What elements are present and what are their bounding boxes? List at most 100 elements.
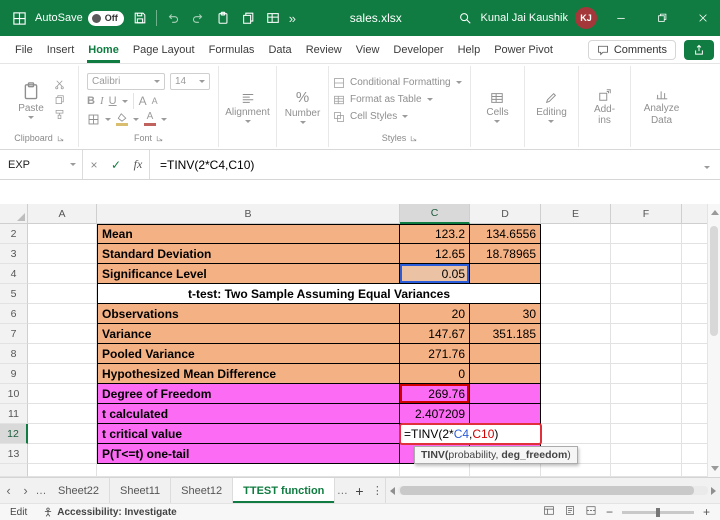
cell-f10[interactable] (611, 384, 682, 404)
search-icon[interactable] (456, 9, 474, 27)
restore-button[interactable] (645, 0, 679, 36)
name-box-dropdown[interactable] (64, 163, 82, 166)
save-icon[interactable] (131, 9, 149, 27)
cell-b11[interactable]: t calculated (97, 404, 400, 424)
excel-app-icon[interactable] (10, 9, 28, 27)
insert-function-button[interactable]: fx (127, 150, 149, 179)
tab-data[interactable]: Data (261, 36, 298, 63)
column-header-e[interactable]: E (541, 204, 611, 224)
cells-button[interactable]: Cells (481, 91, 513, 123)
borders-icon[interactable] (87, 113, 100, 126)
analyze-data-button[interactable]: Analyze Data (635, 87, 688, 126)
cell-d7[interactable]: 351.185 (470, 324, 541, 344)
cell-a8[interactable] (28, 344, 97, 364)
redo-icon[interactable] (189, 9, 207, 27)
cell-a14[interactable] (28, 464, 97, 477)
cell-b5-merged-title[interactable]: t-test: Two Sample Assuming Equal Varian… (97, 284, 541, 304)
cell-e9[interactable] (541, 364, 611, 384)
sheet-tab-ttest-function[interactable]: TTEST function (233, 478, 336, 503)
row-header[interactable]: 4 (0, 264, 28, 284)
bold-button[interactable]: B (87, 95, 95, 107)
row-header[interactable]: 7 (0, 324, 28, 344)
undo-icon[interactable] (164, 9, 182, 27)
minimize-button[interactable] (604, 0, 638, 36)
zoom-slider-thumb[interactable] (655, 507, 660, 517)
row-header[interactable]: 13 (0, 444, 28, 464)
tab-home[interactable]: Home (81, 36, 126, 63)
cell-a12[interactable] (28, 424, 97, 444)
cell-d6[interactable]: 30 (470, 304, 541, 324)
zoom-out-button[interactable]: − (606, 506, 613, 518)
row-header[interactable]: 3 (0, 244, 28, 264)
scroll-left-arrow-icon[interactable] (390, 486, 396, 495)
cell-c8[interactable]: 271.76 (400, 344, 470, 364)
addins-button[interactable]: Add-ins (583, 88, 626, 126)
row-header-active[interactable]: 12 (0, 424, 28, 444)
cell-b8[interactable]: Pooled Variance (97, 344, 400, 364)
cell-f13[interactable] (611, 444, 682, 464)
cell-b10[interactable]: Degree of Freedom (97, 384, 400, 404)
accessibility-status[interactable]: Accessibility: Investigate (43, 507, 177, 518)
cell-f12[interactable] (611, 424, 682, 444)
underline-button[interactable]: U (109, 95, 117, 107)
cell-a5[interactable] (28, 284, 97, 304)
cell-b14[interactable] (97, 464, 400, 477)
dialog-launcher-icon[interactable] (410, 135, 417, 142)
close-button[interactable] (686, 0, 720, 36)
cell-c9[interactable]: 0 (400, 364, 470, 384)
normal-view-icon[interactable] (543, 505, 555, 519)
cell-b13[interactable]: P(T<=t) one-tail (97, 444, 400, 464)
cell-styles-button[interactable]: Cell Styles (333, 108, 409, 125)
row-header[interactable]: 9 (0, 364, 28, 384)
user-name[interactable]: Kunal Jai Kaushik (481, 12, 568, 24)
cell-b12[interactable]: t critical value (97, 424, 400, 444)
vertical-scrollbar[interactable] (707, 204, 720, 477)
avatar[interactable]: KJ (575, 7, 597, 29)
cell-a9[interactable] (28, 364, 97, 384)
cell-f9[interactable] (611, 364, 682, 384)
formula-input[interactable]: =TINV(2*C4,C10) (150, 158, 254, 172)
formula-edit-box[interactable]: =TINV(2* C4, C10) TINV(probability, deg_fr… (399, 423, 578, 464)
cell-c3[interactable]: 12.65 (400, 244, 470, 264)
horizontal-scrollbar-thumb[interactable] (400, 486, 694, 495)
chevron-down-icon[interactable] (121, 99, 128, 103)
cell-e6[interactable] (541, 304, 611, 324)
editing-button[interactable]: Editing (531, 91, 572, 123)
sheet-overflow-right[interactable]: … (335, 478, 349, 503)
cell-c2[interactable]: 123.2 (400, 224, 470, 244)
row-header[interactable]: 10 (0, 384, 28, 404)
page-layout-view-icon[interactable] (564, 505, 576, 519)
cell-f7[interactable] (611, 324, 682, 344)
number-format-button[interactable]: % Number (280, 89, 326, 124)
row-header[interactable] (0, 464, 28, 477)
cell-b3[interactable]: Standard Deviation (97, 244, 400, 264)
sheet-menu-kebab-icon[interactable]: ⋮ (369, 478, 385, 503)
format-painter-icon[interactable] (54, 109, 65, 120)
sheet-nav-right-icon[interactable]: › (17, 478, 34, 503)
cell-f14[interactable] (611, 464, 682, 477)
qat-overflow-chevron[interactable]: » (289, 11, 296, 26)
cell-d8[interactable] (470, 344, 541, 364)
tab-help[interactable]: Help (451, 36, 488, 63)
sheet-nav-left-icon[interactable]: ‹ (0, 478, 17, 503)
cell-a3[interactable] (28, 244, 97, 264)
font-name-select[interactable]: Calibri (87, 73, 165, 90)
share-button[interactable] (684, 39, 714, 60)
cell-e5[interactable] (541, 284, 611, 304)
grow-font-button[interactable]: A (139, 95, 147, 107)
cell-e11[interactable] (541, 404, 611, 424)
cell-e12[interactable] (541, 424, 611, 444)
cell-d11[interactable] (470, 404, 541, 424)
tab-insert[interactable]: Insert (40, 36, 82, 63)
cell-c10-referenced[interactable]: 269.76 (400, 384, 470, 404)
cell-f11[interactable] (611, 404, 682, 424)
document-title[interactable]: sales.xlsx (350, 11, 402, 25)
column-header-b[interactable]: B (97, 204, 400, 224)
cell-c14[interactable] (400, 464, 470, 477)
cell-e3[interactable] (541, 244, 611, 264)
column-header-c[interactable]: C (400, 204, 470, 224)
dialog-launcher-icon[interactable] (156, 135, 163, 142)
cell-d10[interactable] (470, 384, 541, 404)
cell-f3[interactable] (611, 244, 682, 264)
font-color-button[interactable]: A (144, 112, 156, 126)
